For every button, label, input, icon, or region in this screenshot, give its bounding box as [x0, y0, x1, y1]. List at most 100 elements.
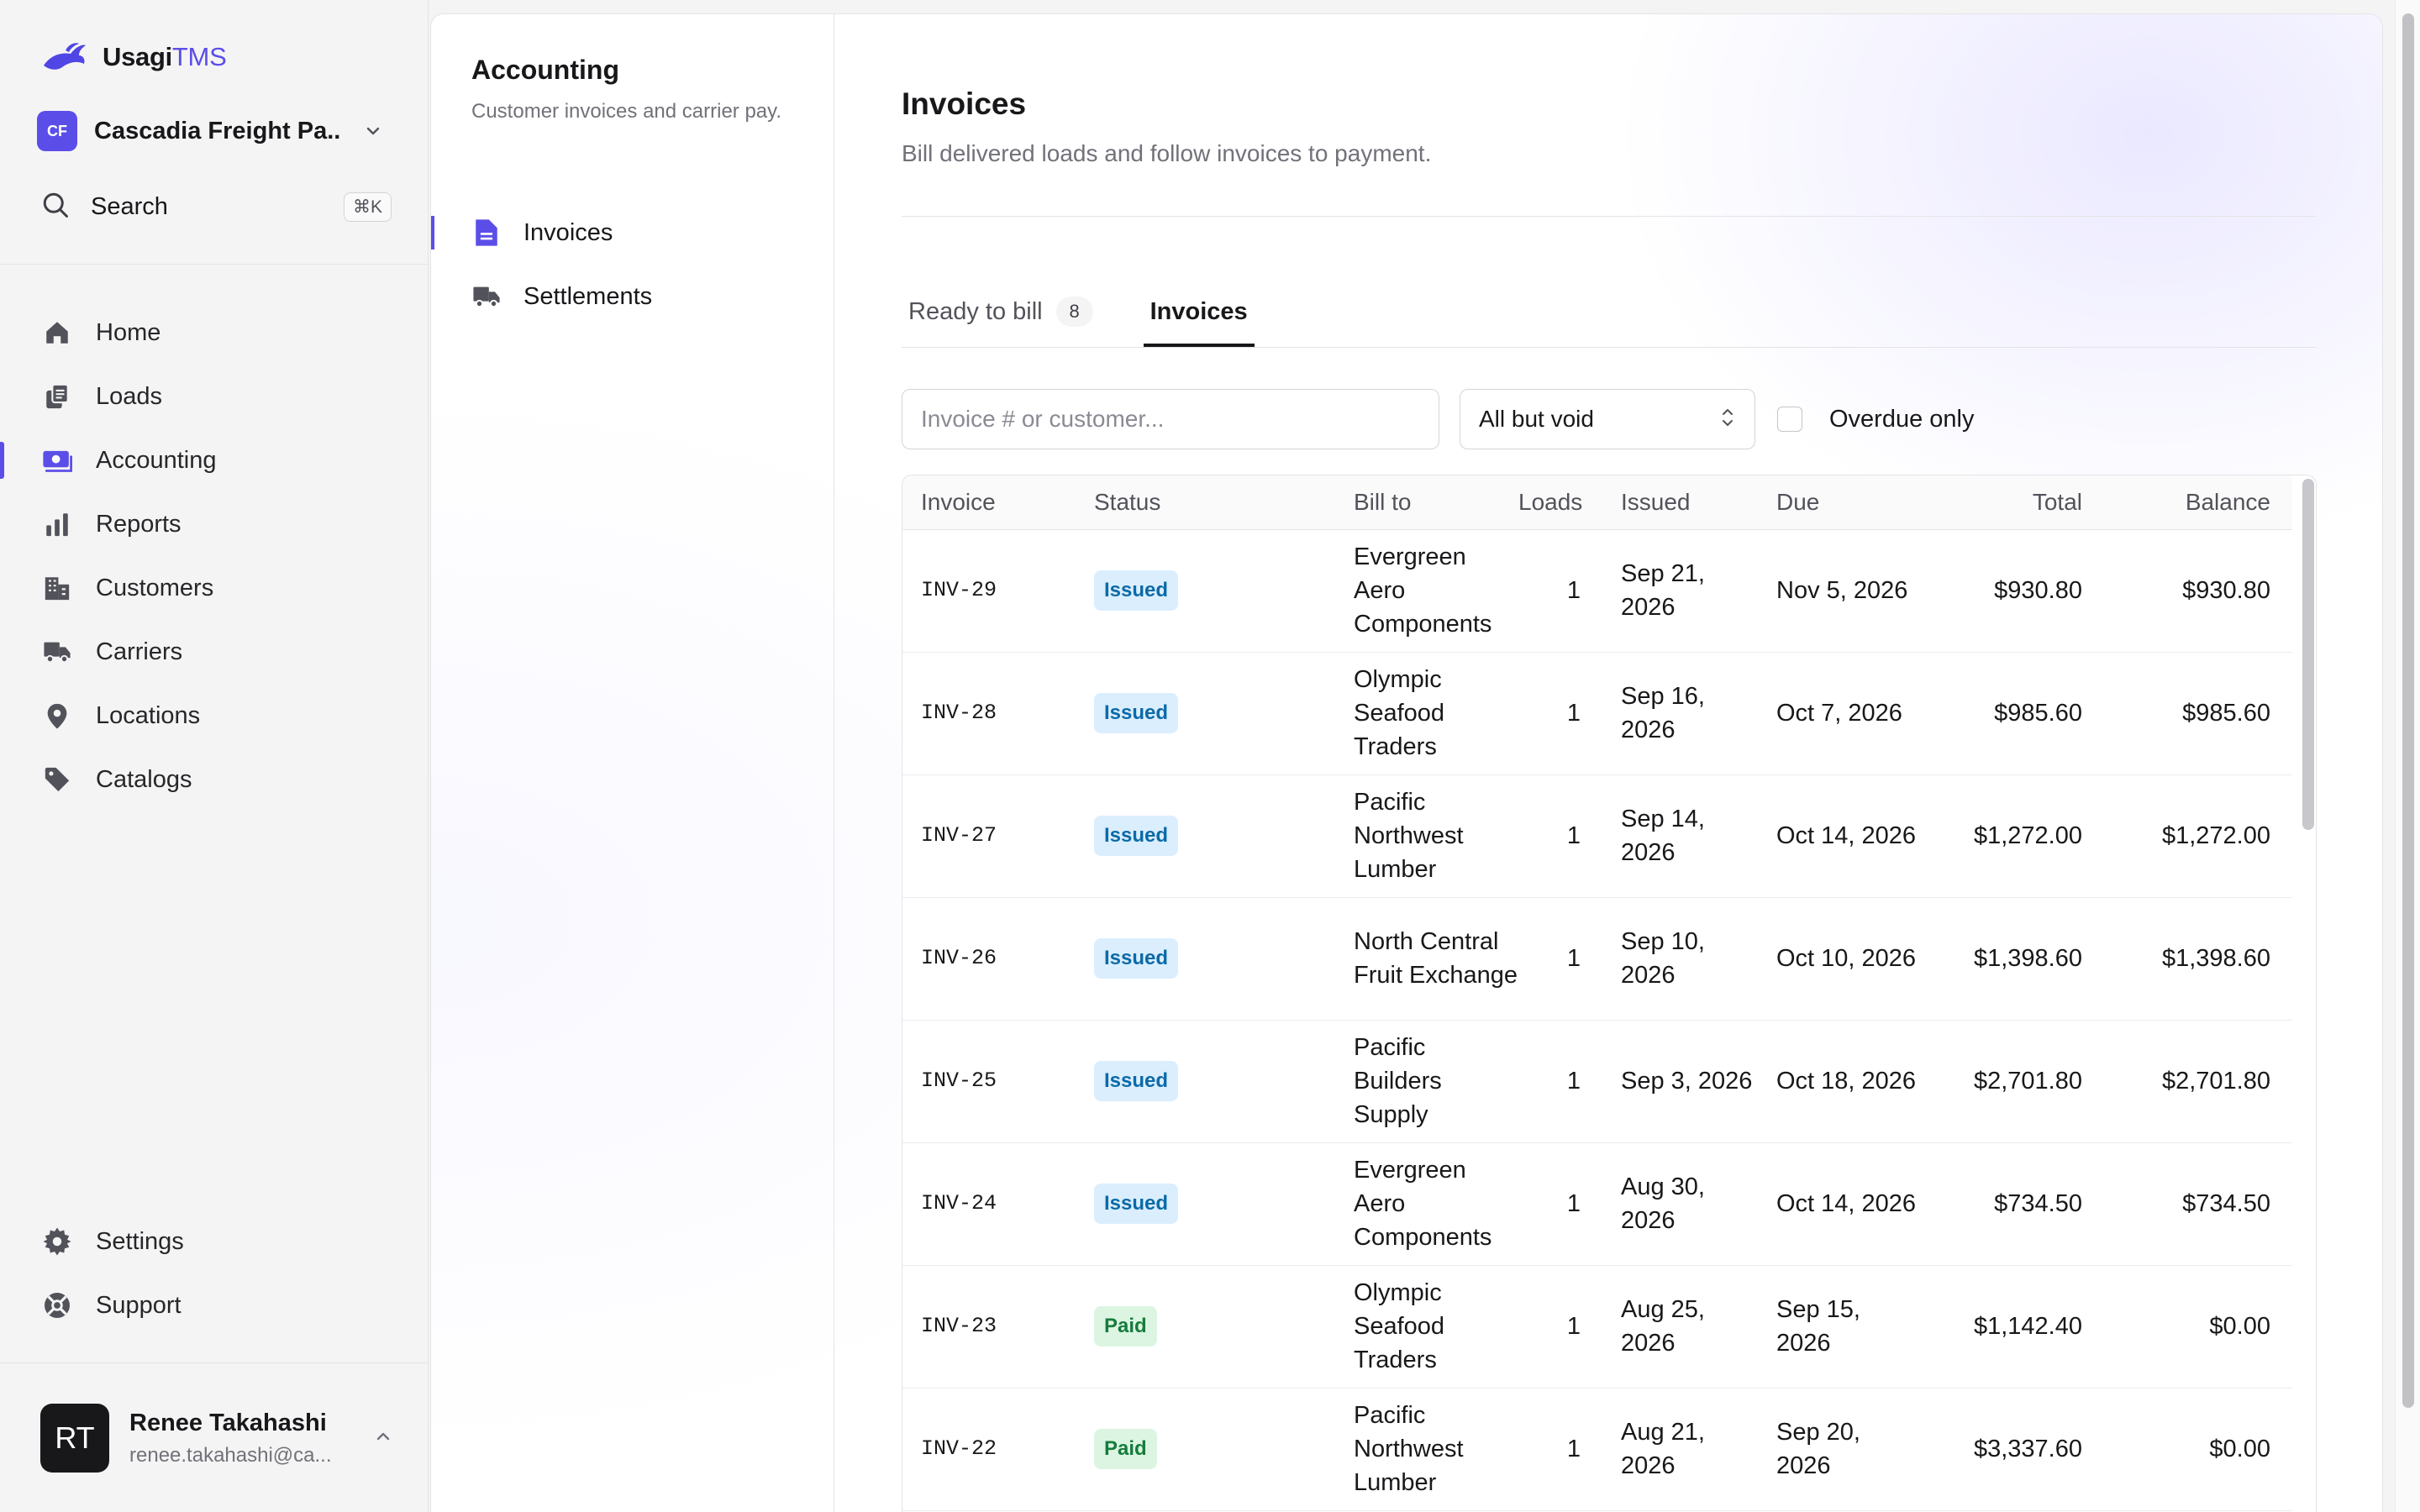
nav-label: Settings: [96, 1227, 184, 1255]
status-select[interactable]: All but void: [1460, 389, 1755, 449]
nav-item-support[interactable]: Support: [0, 1273, 429, 1337]
bill-to-customer: Olympic Seafood Traders: [1335, 1265, 1518, 1389]
search-shortcut: ⌘K: [343, 192, 392, 222]
invoice-number: INV-27: [902, 774, 1076, 898]
column-header-loads[interactable]: Loads: [1518, 475, 1602, 530]
chevron-down-icon: [356, 114, 390, 148]
invoice-total: $734.50: [1918, 1142, 2104, 1266]
reports-icon: [40, 507, 74, 541]
status-cell: Issued: [1076, 652, 1335, 775]
truck-icon: [471, 281, 502, 312]
workspace-switcher[interactable]: CF Cascadia Freight Pa...: [37, 108, 390, 155]
nav-item-customers[interactable]: Customers: [0, 556, 429, 620]
loads-count: 1: [1518, 652, 1602, 775]
table-row[interactable]: INV-24 Issued Evergreen Aero Components 1 Au…: [902, 1142, 2292, 1266]
content: Invoices Bill delivered loads and follow…: [902, 14, 2317, 1512]
status-badge: Issued: [1094, 1061, 1179, 1101]
location-pin-icon: [40, 699, 74, 732]
nav-label: Loads: [96, 382, 163, 410]
column-header-invoice[interactable]: Invoice: [902, 475, 1076, 530]
home-icon: [40, 316, 74, 349]
nav-item-locations[interactable]: Locations: [0, 684, 429, 748]
status-badge: Issued: [1094, 570, 1179, 611]
status-badge: Issued: [1094, 1184, 1179, 1224]
column-header-due[interactable]: Due: [1758, 475, 1918, 530]
issued-date: Sep 21, 2026: [1602, 529, 1758, 653]
nav-item-settings[interactable]: Settings: [0, 1210, 429, 1273]
brand-name: UsagiTMS: [103, 42, 227, 71]
table-row[interactable]: INV-29 Issued Evergreen Aero Components 1 Se…: [902, 529, 2292, 653]
user-menu[interactable]: RT Renee Takahashi renee.takahashi@ca...: [40, 1403, 393, 1473]
workspace-name: Cascadia Freight Pa...: [94, 117, 339, 144]
tab-invoices[interactable]: Invoices: [1143, 278, 1255, 347]
table-row[interactable]: INV-22 Paid Pacific Northwest Lumber 1 Aug 2…: [902, 1388, 2292, 1511]
bill-to-customer: North Central Fruit Exchange: [1335, 897, 1518, 1021]
main-nav: Home Loads Accounting Reports Customers: [0, 301, 429, 811]
page-scrollbar[interactable]: [2395, 0, 2420, 1512]
due-date: Oct 14, 2026: [1758, 774, 1918, 898]
invoice-total: $1,272.00: [1918, 774, 2104, 898]
due-date: Sep 20, 2026: [1758, 1388, 1918, 1511]
table-row[interactable]: INV-28 Issued Olympic Seafood Traders 1 Sep …: [902, 652, 2292, 775]
search-button[interactable]: Search ⌘K: [40, 185, 392, 228]
main-panel: Accounting Customer invoices and carrier…: [430, 13, 2383, 1512]
nav-item-home[interactable]: Home: [0, 301, 429, 365]
bill-to-customer: Evergreen Aero Components: [1335, 1142, 1518, 1266]
status-badge: Issued: [1094, 938, 1179, 979]
invoice-balance: $1,272.00: [2104, 774, 2292, 898]
bill-to-customer: Pacific Builders Supply: [1335, 1020, 1518, 1143]
section-item-settlements[interactable]: Settlements: [431, 265, 834, 328]
nav-item-accounting[interactable]: Accounting: [0, 428, 429, 492]
invoice-balance: $2,701.80: [2104, 1020, 2292, 1143]
header-divider: [902, 216, 2317, 217]
nav-label: Customers: [96, 574, 214, 601]
column-header-status[interactable]: Status: [1076, 475, 1335, 530]
user-email: renee.takahashi@ca...: [129, 1443, 332, 1467]
tab-ready-to-bill[interactable]: Ready to bill 8: [902, 278, 1100, 345]
table-row[interactable]: INV-27 Issued Pacific Northwest Lumber 1 Sep…: [902, 774, 2292, 898]
loads-count: 1: [1518, 774, 1602, 898]
status-cell: Paid: [1076, 1265, 1335, 1389]
table-row[interactable]: INV-23 Paid Olympic Seafood Traders 1 Aug 25…: [902, 1265, 2292, 1389]
select-chevrons-icon: [1719, 406, 1736, 433]
invoice-balance: $734.50: [2104, 1142, 2292, 1266]
nav-item-catalogs[interactable]: Catalogs: [0, 748, 429, 811]
section-item-invoices[interactable]: Invoices: [431, 201, 834, 265]
status-cell: Issued: [1076, 1020, 1335, 1143]
invoice-number: INV-29: [902, 529, 1076, 653]
page-scrollbar-thumb[interactable]: [2402, 13, 2414, 1408]
table-scrollbar[interactable]: [2302, 479, 2314, 830]
status-select-value: All but void: [1479, 406, 1594, 432]
app-sidebar: UsagiTMS CF Cascadia Freight Pa... Searc…: [0, 0, 429, 1512]
search-label: Search: [91, 192, 168, 220]
due-date: Oct 7, 2026: [1758, 652, 1918, 775]
due-date: Oct 18, 2026: [1758, 1020, 1918, 1143]
invoice-search-input[interactable]: [902, 389, 1439, 449]
column-header-bill-to[interactable]: Bill to: [1335, 475, 1518, 530]
table-row[interactable]: INV-25 Issued Pacific Builders Supply 1 Sep …: [902, 1020, 2292, 1143]
sidebar-divider: [0, 1362, 429, 1363]
invoice-total: $2,701.80: [1918, 1020, 2104, 1143]
section-item-label: Invoices: [523, 218, 613, 246]
nav-item-carriers[interactable]: Carriers: [0, 620, 429, 684]
column-header-total[interactable]: Total: [1918, 475, 2104, 530]
status-badge: Issued: [1094, 816, 1179, 856]
table-row[interactable]: INV-26 Issued North Central Fruit Exchange…: [902, 897, 2292, 1021]
nav-item-loads[interactable]: Loads: [0, 365, 429, 428]
column-header-balance[interactable]: Balance: [2104, 475, 2292, 530]
status-badge: Paid: [1094, 1429, 1157, 1469]
column-header-issued[interactable]: Issued: [1602, 475, 1758, 530]
document-icon: [471, 218, 502, 248]
nav-label: Support: [96, 1291, 182, 1319]
overdue-only-checkbox[interactable]: [1777, 407, 1802, 432]
tabs-divider: [902, 347, 2317, 348]
nav-item-reports[interactable]: Reports: [0, 492, 429, 556]
loads-count: 1: [1518, 1388, 1602, 1511]
lifebuoy-icon: [40, 1289, 74, 1322]
invoice-total: $1,142.40: [1918, 1265, 2104, 1389]
nav-label: Locations: [96, 701, 201, 729]
overdue-only-label[interactable]: Overdue only: [1829, 406, 1975, 433]
bill-to-customer: Pacific Northwest Lumber: [1335, 774, 1518, 898]
user-meta: Renee Takahashi renee.takahashi@ca...: [129, 1410, 353, 1467]
brand[interactable]: UsagiTMS: [40, 37, 227, 77]
